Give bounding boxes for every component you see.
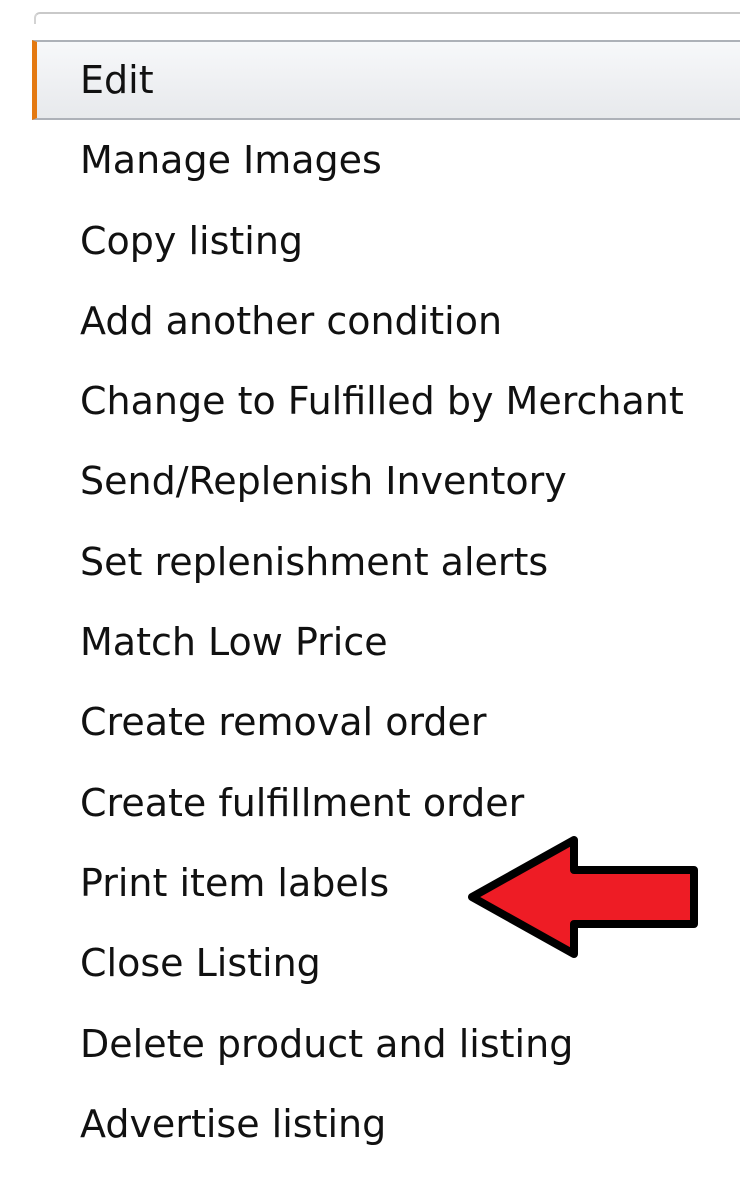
- menu-item-advertise-listing[interactable]: Advertise listing: [32, 1084, 740, 1164]
- menu-item-add-another-condition[interactable]: Add another condition: [32, 281, 740, 361]
- menu-item-set-replenishment-alerts[interactable]: Set replenishment alerts: [32, 522, 740, 602]
- menu-item-match-low-price[interactable]: Match Low Price: [32, 602, 740, 682]
- menu-item-delete-product-and-listing[interactable]: Delete product and listing: [32, 1004, 740, 1084]
- menu-item-create-removal-order[interactable]: Create removal order: [32, 682, 740, 762]
- menu-item-edit[interactable]: Edit: [32, 40, 740, 121]
- menu-item-send-replenish-inventory[interactable]: Send/Replenish Inventory: [32, 441, 740, 521]
- menu-item-change-to-fulfilled-by-merchant[interactable]: Change to Fulfilled by Merchant: [32, 361, 740, 441]
- menu-item-create-fulfillment-order[interactable]: Create fulfillment order: [32, 763, 740, 843]
- dropdown-top-edge: [34, 12, 740, 24]
- left-arrow-icon: [468, 836, 698, 958]
- menu-item-manage-images[interactable]: Manage Images: [32, 120, 740, 200]
- actions-dropdown-menu: Edit Manage Images Copy listing Add anot…: [32, 40, 740, 1164]
- menu-item-copy-listing[interactable]: Copy listing: [32, 201, 740, 281]
